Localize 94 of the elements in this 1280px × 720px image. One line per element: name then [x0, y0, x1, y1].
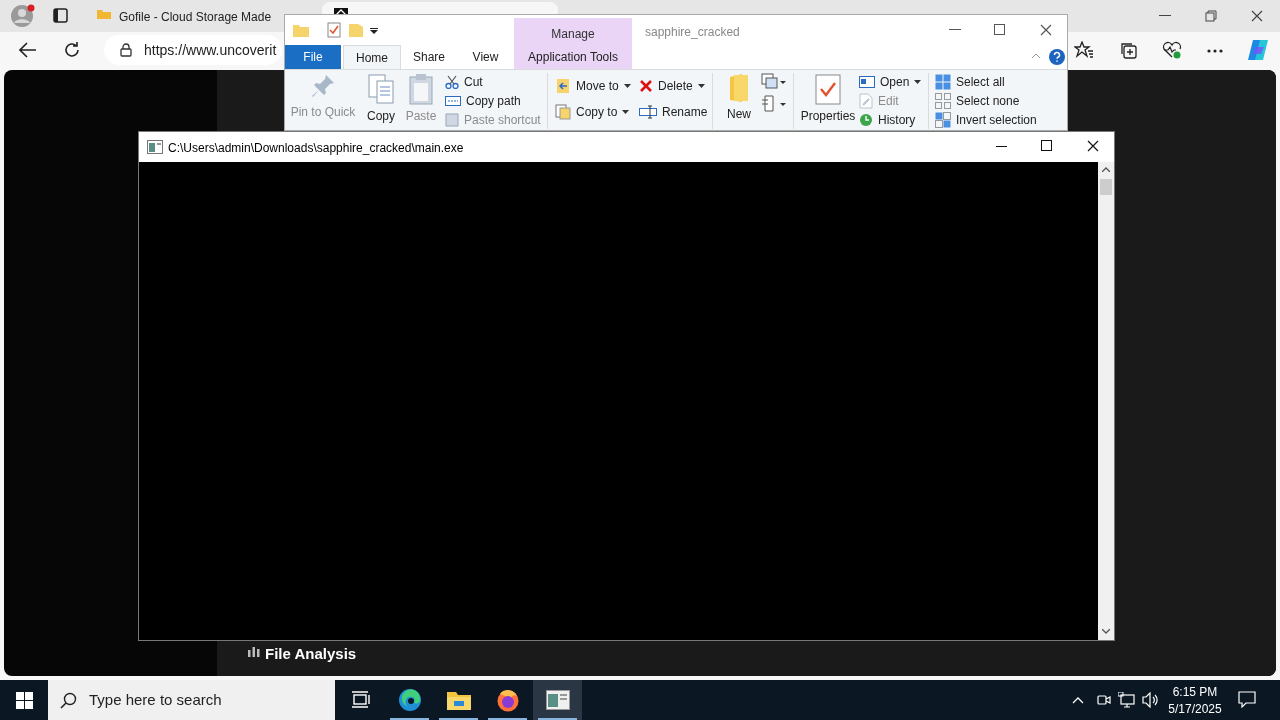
folder-icon	[446, 690, 471, 710]
ribbon-tab[interactable]: File	[285, 45, 341, 69]
health-icon[interactable]	[1162, 41, 1182, 59]
scissors-icon	[445, 75, 459, 89]
scroll-down-icon[interactable]	[1102, 629, 1110, 634]
checklist-icon	[815, 73, 841, 105]
clipboard-icon	[408, 73, 434, 105]
close-icon[interactable]	[1087, 140, 1099, 152]
console-icon	[545, 690, 570, 710]
context-tab-title: Manage	[550, 26, 596, 43]
lock-icon	[120, 43, 132, 57]
folder-icon	[728, 73, 750, 103]
browser-tab[interactable]	[322, 2, 558, 14]
start-icon[interactable]	[16, 692, 33, 709]
back-icon[interactable]	[19, 42, 37, 58]
scroll-up-icon[interactable]	[1102, 167, 1110, 172]
volume-icon[interactable]	[1142, 692, 1160, 708]
move-icon	[555, 78, 571, 94]
ribbon-tab[interactable]: View	[457, 45, 514, 69]
maximize-icon[interactable]	[994, 24, 1005, 35]
url-text: https://www.uncoverit	[144, 40, 277, 60]
folder-icon	[293, 23, 309, 37]
ribbon-button[interactable]: Copy to	[555, 103, 630, 121]
rename-icon	[639, 105, 657, 119]
ribbon-button[interactable]: Properties	[799, 70, 857, 125]
copilot-icon[interactable]	[1246, 39, 1270, 61]
search-input[interactable]: Type here to search	[89, 688, 309, 712]
ribbon-button[interactable]: New	[721, 70, 757, 123]
ribbon-button[interactable]: Copy path	[445, 92, 521, 110]
help-icon[interactable]	[1049, 49, 1065, 65]
ribbon-button[interactable]: Select none	[935, 92, 1020, 110]
clock-date[interactable]: 5/17/2025	[1160, 700, 1230, 718]
window-title: C:\Users\admin\Downloads\sapphire_cracked\main.exe	[168, 140, 464, 157]
camera-icon[interactable]	[1096, 692, 1111, 708]
section-heading: File Analysis	[265, 644, 357, 664]
ribbon-button[interactable]: Cut	[445, 73, 483, 91]
ribbon-button[interactable]: Rename	[639, 103, 708, 121]
dropdown-icon[interactable]	[370, 28, 378, 34]
easy-access-icon[interactable]	[761, 95, 787, 113]
address-bar[interactable]: https://www.uncoverit	[104, 35, 282, 65]
clock-time[interactable]: 6:15 PM	[1165, 683, 1225, 701]
minimize-icon[interactable]	[996, 146, 1007, 148]
close-icon[interactable]	[1040, 24, 1052, 36]
window-title: sapphire_cracked	[645, 24, 740, 41]
close-icon[interactable]	[1251, 10, 1263, 22]
firefox-icon	[495, 688, 520, 712]
network-icon[interactable]	[1118, 692, 1135, 708]
ribbon-tab[interactable]: Home	[343, 45, 401, 69]
tab-actions-icon[interactable]	[53, 8, 68, 23]
ribbon-button[interactable]: History	[859, 111, 916, 129]
shortcut-icon	[445, 113, 459, 127]
ribbon-button[interactable]: Select all	[935, 73, 1005, 91]
ribbon-button[interactable]: Move to	[555, 77, 631, 95]
collapse-icon[interactable]	[1031, 53, 1041, 59]
history-icon	[859, 113, 873, 127]
grid-icon	[935, 74, 951, 90]
search-icon	[60, 691, 77, 709]
task-view-icon	[350, 691, 371, 709]
maximize-icon[interactable]	[1041, 140, 1052, 151]
invert-icon	[935, 112, 951, 128]
copy-icon	[367, 73, 395, 105]
favorites-icon[interactable]	[1074, 41, 1094, 59]
properties-icon[interactable]	[327, 22, 341, 38]
console-icon	[147, 140, 163, 154]
ribbon-button[interactable]: Open	[859, 73, 922, 91]
taskbar-app[interactable]	[533, 680, 582, 720]
scrollbar[interactable]	[1098, 162, 1114, 640]
more-icon[interactable]	[1207, 49, 1223, 53]
folder-icon	[97, 8, 111, 19]
chevron-up-icon[interactable]	[1072, 696, 1084, 704]
chart-icon	[248, 647, 260, 657]
edge-icon	[397, 688, 422, 712]
window-icon	[859, 75, 875, 89]
ribbon-button[interactable]: Copy	[361, 70, 401, 125]
ribbon-tab[interactable]: Application Tools	[514, 45, 632, 69]
ribbon-button[interactable]: Delete	[639, 77, 705, 95]
scroll-thumb[interactable]	[1100, 179, 1112, 195]
refresh-icon[interactable]	[63, 41, 81, 59]
edit-icon	[859, 93, 873, 109]
copy-to-icon	[555, 104, 571, 120]
tab-title: Gofile - Cloud Storage Made	[119, 9, 272, 26]
ribbon-button[interactable]: Invert selection	[935, 111, 1037, 129]
restore-icon[interactable]	[1205, 10, 1217, 22]
minimize-icon[interactable]	[949, 29, 961, 31]
notification-icon[interactable]	[1238, 691, 1256, 708]
path-icon	[445, 96, 461, 106]
delete-icon	[639, 79, 653, 93]
profile-icon[interactable]	[10, 4, 36, 28]
grid-outline-icon	[935, 93, 951, 109]
search-field[interactable]: Type here to search	[48, 680, 335, 720]
ribbon-tab[interactable]: Share	[401, 45, 457, 69]
minimize-icon[interactable]	[1159, 15, 1171, 17]
collections-icon[interactable]	[1119, 41, 1137, 59]
new-item-icon[interactable]	[761, 73, 787, 91]
